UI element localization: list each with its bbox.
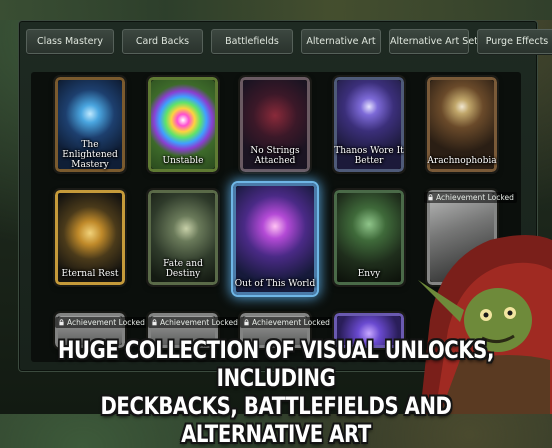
lock-icon: [152, 319, 157, 326]
tab-class-mastery[interactable]: Class Mastery: [26, 29, 114, 54]
promo-line-1: HUGE COLLECTION OF VISUAL UNLOCKS, INCLU…: [57, 336, 495, 392]
tab-alternative-art-setup[interactable]: Alternative Art Setup: [389, 29, 490, 54]
lock-icon: [59, 319, 64, 326]
card-name: The Enlightened Mastery: [62, 140, 118, 170]
locked-text: Achievement Locked: [67, 318, 145, 327]
tab-battlefields[interactable]: Battlefields: [211, 29, 293, 54]
screen: Class Mastery Card Backs Battlefields Al…: [0, 0, 552, 448]
lock-icon: [244, 319, 249, 326]
card-out-of-this-world[interactable]: Out of This World: [233, 183, 317, 295]
card-name: Thanos Wore It Better: [334, 146, 404, 166]
achievement-locked-badge: Achievement Locked: [55, 317, 148, 328]
card-fate-and-destiny[interactable]: Fate and Destiny: [148, 190, 218, 285]
locked-text: Achievement Locked: [160, 318, 238, 327]
top-background-strip: [0, 0, 552, 20]
category-tab-bar: Class Mastery Card Backs Battlefields Al…: [26, 29, 552, 54]
card-the-enlightened-mastery[interactable]: The Enlightened Mastery: [55, 77, 125, 172]
card-arachnophobia[interactable]: Arachnophobia: [427, 77, 497, 172]
card-thanos-wore-it-better[interactable]: Thanos Wore It Better: [334, 77, 404, 172]
card-name: Arachnophobia: [427, 156, 497, 166]
card-no-strings-attached[interactable]: No Strings Attached: [240, 77, 310, 172]
tab-alternative-art[interactable]: Alternative Art: [301, 29, 381, 54]
tab-purge-effects[interactable]: Purge Effects: [477, 29, 552, 54]
card-name: Out of This World: [234, 279, 316, 289]
card-unstable[interactable]: Unstable: [148, 77, 218, 172]
achievement-locked-badge: Achievement Locked: [240, 317, 333, 328]
card-name: Envy: [357, 269, 381, 279]
promo-banner: HUGE COLLECTION OF VISUAL UNLOCKS, INCLU…: [50, 336, 503, 448]
card-name: Fate and Destiny: [163, 259, 203, 279]
promo-line-2: DECKBACKS, BATTLEFIELDS AND ALTERNATIVE …: [100, 392, 452, 448]
card-eternal-rest[interactable]: Eternal Rest: [55, 190, 125, 285]
card-name: No Strings Attached: [250, 146, 300, 166]
locked-text: Achievement Locked: [252, 318, 330, 327]
card-name: Unstable: [162, 156, 204, 166]
card-envy[interactable]: Envy: [334, 190, 404, 285]
achievement-locked-badge: Achievement Locked: [148, 317, 241, 328]
tab-card-backs[interactable]: Card Backs: [122, 29, 203, 54]
card-name: Eternal Rest: [61, 269, 119, 279]
